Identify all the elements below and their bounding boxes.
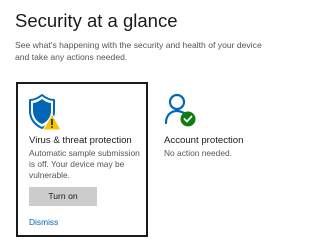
shield-warning-icon [28, 93, 62, 131]
person-check-icon [164, 93, 196, 127]
security-at-a-glance-page: Security at a glance See what's happenin… [0, 0, 279, 250]
virus-card-description: Automatic sample submission is off. Your… [29, 148, 140, 180]
page-subtitle: See what's happening with the security a… [15, 40, 262, 62]
turn-on-button[interactable]: Turn on [29, 187, 97, 206]
account-card-title: Account protection [164, 135, 244, 146]
account-protection-card[interactable]: Account protection No action needed. [160, 84, 275, 164]
virus-card-title: Virus & threat protection [29, 135, 132, 146]
page-title: Security at a glance [15, 10, 178, 31]
account-card-status: No action needed. [164, 148, 232, 158]
virus-threat-protection-card[interactable]: Virus & threat protection Automatic samp… [16, 82, 148, 237]
dismiss-link[interactable]: Dismiss [29, 217, 58, 227]
